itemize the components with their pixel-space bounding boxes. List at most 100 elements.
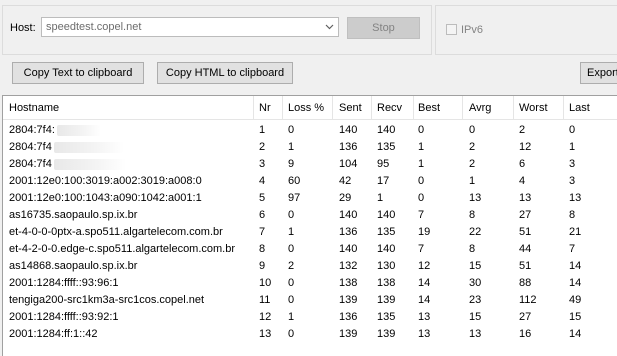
- table-row[interactable]: 2001:12e0:100:1043:a090:1042:a001:1 5 97 29…: [3, 190, 617, 207]
- cell-sent: 139: [339, 328, 357, 340]
- cell-text: 95: [377, 158, 390, 170]
- table-row[interactable]: 2804:7f4 2 1 136 135 1 2 12 1: [3, 139, 617, 156]
- cell-text: 21: [569, 226, 582, 238]
- copy-text-button[interactable]: Copy Text to clipboard: [12, 62, 144, 84]
- cell-text: 0: [569, 124, 576, 136]
- cell-text: 0: [288, 277, 295, 289]
- table-row[interactable]: 2804:7f4 3 9 104 95 1 2 6 3: [3, 156, 617, 173]
- cell-text: 2: [469, 141, 476, 153]
- cell-worst: 13: [519, 192, 531, 204]
- cell-worst: 27: [519, 209, 531, 221]
- cell-text: 13: [259, 328, 272, 340]
- table-row[interactable]: as16735.saopaulo.sp.ix.br 6 0 140 140 7 8 27 8: [3, 207, 617, 224]
- cell-text: 2001:12e0:100:3019:a002:3019:a008:0: [9, 175, 202, 187]
- copy-html-button[interactable]: Copy HTML to clipboard: [157, 62, 293, 84]
- redacted-block: [53, 141, 124, 153]
- column-divider[interactable]: [462, 96, 463, 119]
- cell-avrg: 22: [469, 226, 481, 238]
- table-row[interactable]: tengiga200-src1km3a-src1cos.copel.net 11 0…: [3, 292, 617, 309]
- table-row[interactable]: 2001:1284:ff:1::42 13 0 139 139 13 13 16 14: [3, 326, 617, 343]
- cell-hostname: 2804:7f4:: [9, 124, 101, 136]
- cell-text: 6: [519, 158, 526, 170]
- results-table[interactable]: Hostname Nr Loss % Sent Recv Best Avrg W…: [2, 95, 617, 356]
- cell-text: 140: [377, 209, 396, 221]
- cell-text: 2: [519, 124, 526, 136]
- ipv6-checkbox[interactable]: [446, 24, 457, 35]
- table-row[interactable]: et-4-0-0-0ptx-a.spo511.algartelecom.com.…: [3, 224, 617, 241]
- cell-text: 2: [288, 260, 295, 272]
- cell-text: 51: [519, 226, 532, 238]
- column-header-avrg[interactable]: Avrg: [469, 102, 491, 114]
- cell-text: 14: [418, 294, 431, 306]
- stop-button[interactable]: Stop: [347, 17, 420, 39]
- cell-best: 13: [418, 328, 430, 340]
- chevron-down-icon[interactable]: [321, 18, 338, 36]
- host-value: speedtest.copel.net: [46, 21, 142, 33]
- cell-text: as14868.saopaulo.sp.ix.br: [9, 260, 138, 272]
- cell-recv: 135: [377, 311, 395, 323]
- table-row[interactable]: 2804:7f4: 1 0 140 140 0 0 2 0: [3, 122, 617, 139]
- cell-avrg: 8: [469, 243, 475, 255]
- export-button[interactable]: Export: [580, 62, 617, 84]
- cell-text: 2001:1284:ff:1::42: [9, 328, 98, 340]
- cell-recv: 139: [377, 294, 395, 306]
- table-row[interactable]: 2001:1284:ffff::93:96:1 10 0 138 138 14 30 88 14: [3, 275, 617, 292]
- column-header-loss[interactable]: Loss %: [288, 102, 324, 114]
- column-divider[interactable]: [513, 96, 514, 119]
- column-divider[interactable]: [253, 96, 254, 119]
- cell-text: as16735.saopaulo.sp.ix.br: [9, 209, 138, 221]
- table-row[interactable]: as14868.saopaulo.sp.ix.br 9 2 132 130 12 15 51 1…: [3, 258, 617, 275]
- cell-text: 23: [469, 294, 482, 306]
- cell-hostname: 2001:12e0:100:1043:a090:1042:a001:1: [9, 192, 202, 204]
- cell-loss: 2: [288, 260, 294, 272]
- cell-hostname: 2804:7f4: [9, 141, 124, 153]
- cell-text: 136: [339, 311, 358, 323]
- cell-text: 14: [569, 277, 582, 289]
- cell-text: 0: [469, 124, 476, 136]
- cell-nr: 1: [259, 124, 265, 136]
- cell-text: 135: [377, 141, 396, 153]
- column-divider[interactable]: [371, 96, 372, 119]
- table-row[interactable]: et-4-2-0-0.edge-c.spo511.algartelecom.co…: [3, 241, 617, 258]
- column-header-last[interactable]: Last: [569, 102, 590, 114]
- column-divider[interactable]: [563, 96, 564, 119]
- cell-text: 132: [339, 260, 358, 272]
- cell-sent: 140: [339, 124, 357, 136]
- cell-worst: 6: [519, 158, 525, 170]
- column-header-worst[interactable]: Worst: [519, 102, 548, 114]
- cell-worst: 51: [519, 226, 531, 238]
- cell-hostname: as14868.saopaulo.sp.ix.br: [9, 260, 137, 272]
- table-row[interactable]: 2001:1284:ffff::93:92:1 12 1 136 135 13 15 27 15: [3, 309, 617, 326]
- cell-best: 0: [418, 192, 424, 204]
- cell-text: 13: [519, 192, 532, 204]
- column-divider[interactable]: [282, 96, 283, 119]
- column-divider[interactable]: [413, 96, 414, 119]
- cell-hostname: tengiga200-src1km3a-src1cos.copel.net: [9, 294, 204, 306]
- cell-text: 22: [469, 226, 482, 238]
- column-header-sent[interactable]: Sent: [339, 102, 362, 114]
- cell-best: 1: [418, 141, 424, 153]
- cell-text: 140: [339, 124, 358, 136]
- cell-hostname: 2001:12e0:100:3019:a002:3019:a008:0: [9, 175, 202, 187]
- table-row[interactable]: 2001:12e0:100:3019:a002:3019:a008:0 4 60 42…: [3, 173, 617, 190]
- cell-text: 7: [418, 209, 425, 221]
- column-header-hostname[interactable]: Hostname: [9, 102, 59, 114]
- cell-text: 140: [339, 209, 358, 221]
- cell-text: 0: [288, 328, 295, 340]
- cell-text: 5: [259, 192, 266, 204]
- host-combobox[interactable]: speedtest.copel.net: [41, 17, 339, 37]
- cell-text: 15: [469, 260, 482, 272]
- cell-loss: 0: [288, 243, 294, 255]
- cell-last: 14: [569, 277, 581, 289]
- column-header-nr[interactable]: Nr: [259, 102, 271, 114]
- cell-last: 8: [569, 209, 575, 221]
- cell-recv: 95: [377, 158, 389, 170]
- cell-text: 14: [569, 328, 582, 340]
- cell-text: 2804:7f4:: [9, 124, 55, 136]
- cell-hostname: et-4-0-0-0ptx-a.spo511.algartelecom.com.…: [9, 226, 223, 238]
- cell-text: 97: [288, 192, 301, 204]
- column-divider[interactable]: [332, 96, 333, 119]
- column-header-best[interactable]: Best: [418, 102, 440, 114]
- column-header-recv[interactable]: Recv: [377, 102, 402, 114]
- cell-text: 136: [339, 226, 358, 238]
